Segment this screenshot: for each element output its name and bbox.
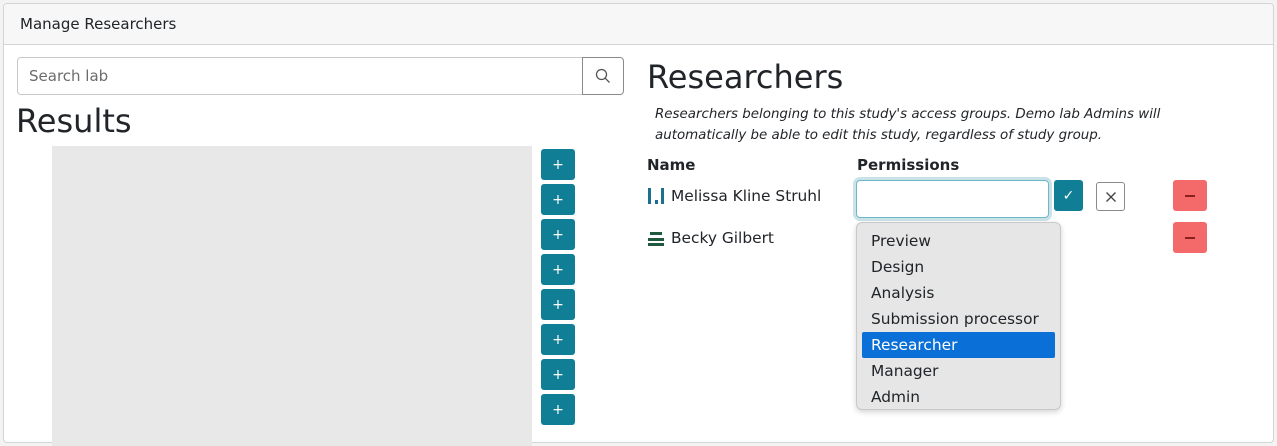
search-icon: [595, 68, 610, 83]
dropdown-option-analysis[interactable]: Analysis: [862, 280, 1055, 306]
cancel-permission-button[interactable]: [1096, 182, 1125, 211]
add-researcher-button[interactable]: +: [541, 149, 575, 180]
dropdown-option-submission-processor[interactable]: Submission processor: [862, 306, 1055, 332]
researcher-row: Melissa Kline Struhl: [647, 184, 821, 208]
card-title: Manage Researchers: [20, 15, 177, 33]
add-researcher-button[interactable]: +: [541, 359, 575, 390]
bars-avatar-icon: [648, 188, 664, 204]
remove-researcher-button[interactable]: [1173, 222, 1207, 253]
researcher-name: Melissa Kline Struhl: [671, 187, 822, 205]
permission-dropdown: Preview Design Analysis Submission proce…: [856, 222, 1061, 410]
search-lab-input[interactable]: [17, 57, 583, 95]
researchers-heading: Researchers: [647, 58, 844, 96]
add-researcher-button[interactable]: +: [541, 219, 575, 250]
close-icon: [1105, 191, 1116, 202]
results-heading: Results: [16, 102, 132, 140]
add-researcher-button[interactable]: +: [541, 324, 575, 355]
minus-icon: [1185, 236, 1195, 239]
search-button[interactable]: [582, 57, 624, 95]
researcher-row: Becky Gilbert: [647, 226, 774, 250]
results-list-area: [52, 146, 532, 446]
add-researcher-button[interactable]: +: [541, 184, 575, 215]
dropdown-option-design[interactable]: Design: [862, 254, 1055, 280]
card-header: Manage Researchers: [4, 4, 1273, 45]
dropdown-option-researcher[interactable]: Researcher: [862, 332, 1055, 358]
dropdown-option-preview[interactable]: Preview: [862, 228, 1055, 254]
permission-select-input[interactable]: [856, 180, 1049, 218]
dropdown-option-admin[interactable]: Admin: [862, 384, 1055, 410]
name-column-header: Name: [647, 156, 696, 174]
minus-icon: [1185, 194, 1195, 197]
researcher-name: Becky Gilbert: [671, 229, 774, 247]
dropdown-option-manager[interactable]: Manager: [862, 358, 1055, 384]
remove-researcher-button[interactable]: [1173, 180, 1207, 211]
researchers-description: Researchers belonging to this study's ac…: [655, 107, 1161, 143]
stack-avatar-icon: [648, 232, 664, 246]
permissions-column-header: Permissions: [857, 156, 960, 174]
add-researcher-button[interactable]: +: [541, 394, 575, 425]
add-researcher-button[interactable]: +: [541, 289, 575, 320]
confirm-permission-button[interactable]: ✓: [1054, 180, 1083, 211]
add-researcher-button[interactable]: +: [541, 254, 575, 285]
